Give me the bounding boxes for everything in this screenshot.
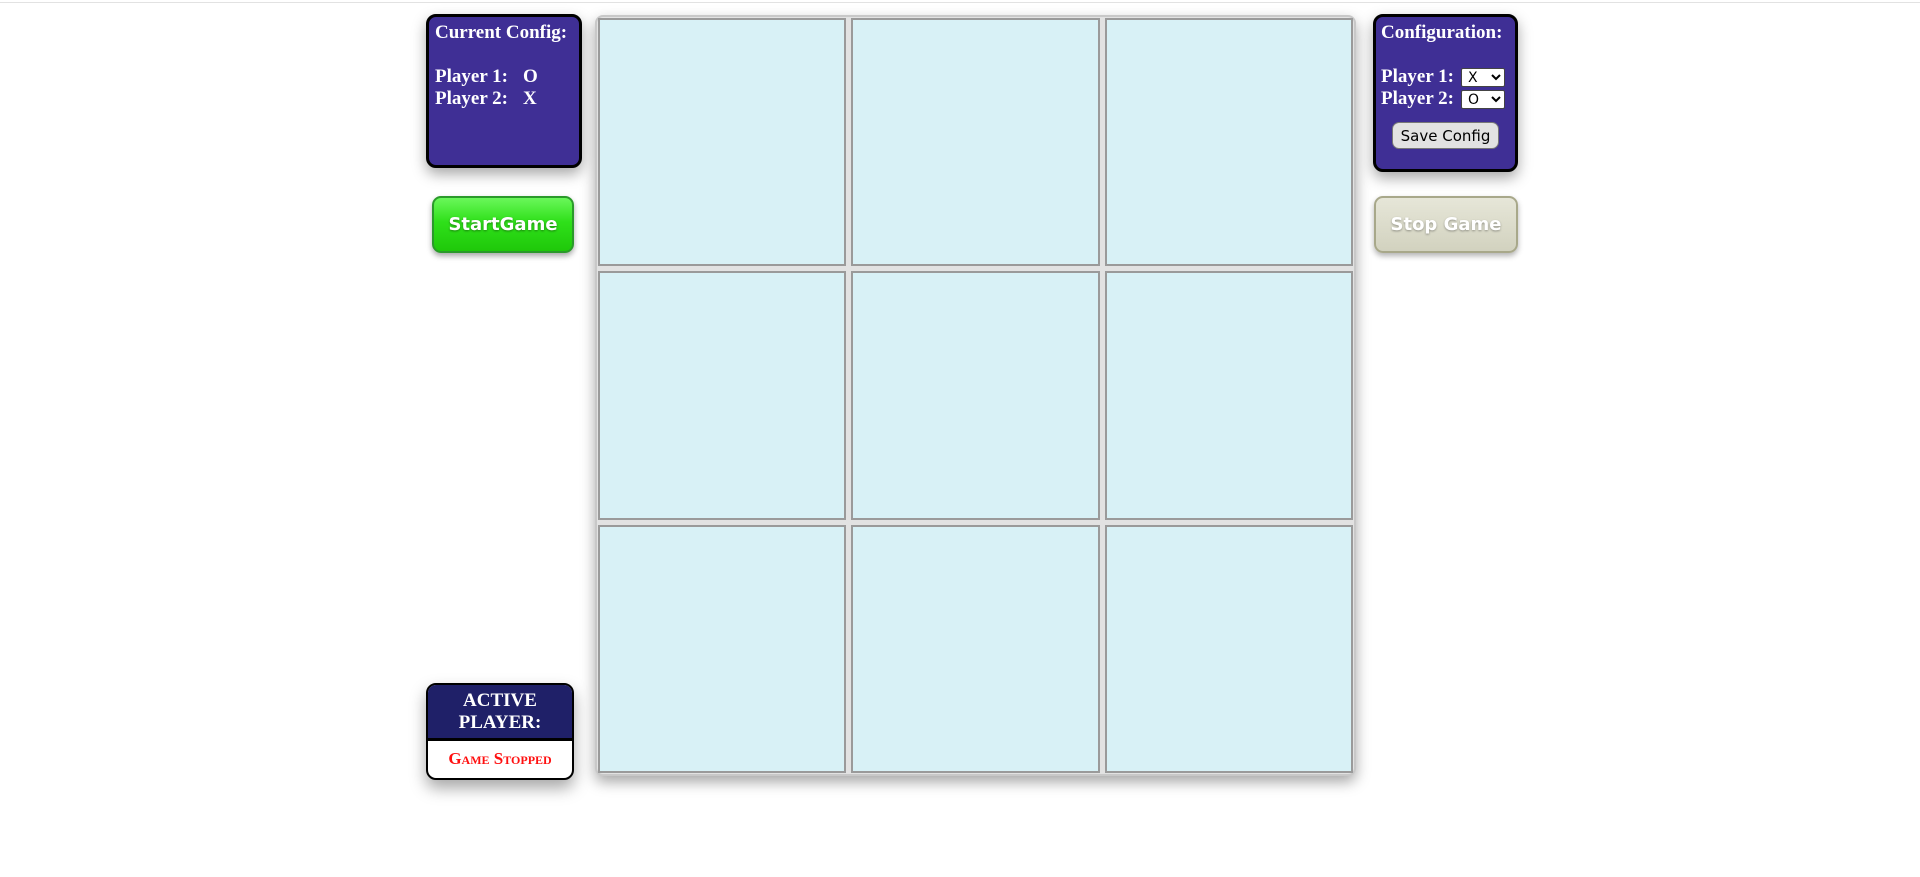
board-cell-0[interactable] (598, 18, 847, 267)
configuration-panel: Configuration: Player 1: X Player 2: O S… (1373, 14, 1518, 172)
game-board (595, 15, 1356, 776)
board-cell-2[interactable] (1104, 18, 1353, 267)
active-player-title: ACTIVE PLAYER: (428, 685, 572, 741)
current-config-player1: Player 1: O (435, 66, 573, 88)
top-divider (0, 2, 1920, 3)
current-player1-value: O (523, 66, 538, 87)
board-cell-6[interactable] (598, 524, 847, 773)
board-cell-4[interactable] (851, 271, 1100, 520)
active-player-box: ACTIVE PLAYER: Game Stopped (426, 683, 574, 780)
current-config-player2: Player 2: X (435, 88, 573, 110)
board-cell-1[interactable] (851, 18, 1100, 267)
current-player1-label: Player 1: (435, 66, 508, 87)
config-player1-row: Player 1: X (1381, 66, 1510, 88)
player2-select[interactable]: O (1461, 89, 1505, 109)
config-player1-label: Player 1: (1381, 66, 1454, 87)
current-config-title: Current Config: (435, 22, 568, 43)
board-cell-7[interactable] (851, 524, 1100, 773)
board-cell-5[interactable] (1104, 271, 1353, 520)
board-cell-3[interactable] (598, 271, 847, 520)
config-player2-label: Player 2: (1381, 88, 1454, 109)
start-game-button[interactable]: StartGame (432, 196, 574, 253)
stop-game-button[interactable]: Stop Game (1374, 196, 1518, 253)
game-status: Game Stopped (448, 749, 552, 768)
current-config-panel: Current Config: Player 1: O Player 2: X (426, 14, 582, 168)
current-player2-label: Player 2: (435, 88, 508, 109)
configuration-title: Configuration: (1381, 22, 1503, 43)
player1-select[interactable]: X (1461, 67, 1505, 87)
config-player2-row: Player 2: O (1381, 88, 1510, 110)
save-config-button[interactable]: Save Config (1392, 122, 1499, 149)
board-cell-8[interactable] (1104, 524, 1353, 773)
current-player2-value: X (523, 88, 537, 109)
